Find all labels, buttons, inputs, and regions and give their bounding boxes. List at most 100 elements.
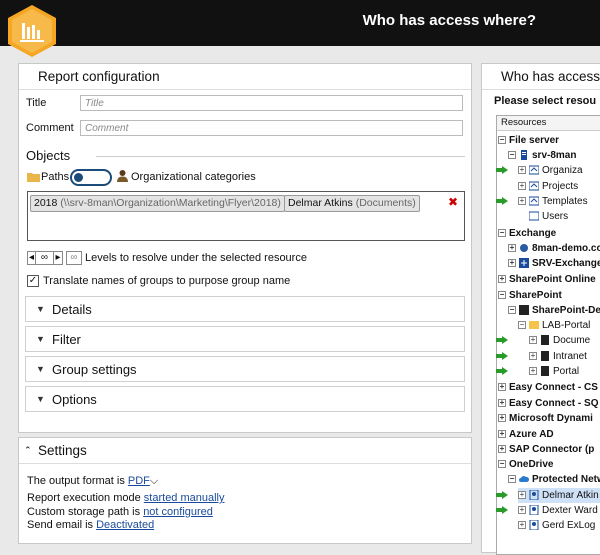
storage-path-label: Custom storage path is [27, 506, 141, 518]
execution-mode-label: Report execution mode [27, 492, 141, 504]
remove-all-icon[interactable]: ✖ [448, 196, 460, 208]
tree-item-intranet[interactable]: + Intranet [496, 349, 587, 364]
collapse-icon[interactable]: − [518, 321, 526, 330]
title-input[interactable]: Title [80, 95, 463, 111]
tree-item-sharepoint-de[interactable]: − SharePoint-De [508, 303, 600, 318]
tree-item-sap-connector[interactable]: + SAP Connector (p [498, 442, 594, 457]
chevron-up-icon[interactable]: ⌃ [24, 445, 32, 456]
report-configuration-panel: Report configuration Title Title Comment… [18, 63, 472, 433]
tree-item-gerd-exlog[interactable]: + Gerd ExLog [518, 518, 595, 533]
tree-item-sharepoint-online[interactable]: + SharePoint Online [498, 272, 596, 287]
tree-item-templates[interactable]: + Templates [496, 194, 588, 209]
tree-item-microsoft-dynamics[interactable]: + Microsoft Dynami [498, 411, 593, 426]
expand-icon[interactable]: + [498, 445, 506, 454]
tree-item-delmar-atkins[interactable]: + Delmar Atkin [496, 488, 600, 503]
title-divider [19, 89, 471, 90]
expand-icon[interactable]: + [498, 399, 506, 408]
chevron-down-icon[interactable]: ⌵ [150, 475, 158, 487]
expand-icon[interactable]: + [518, 182, 526, 191]
object-tag-delmar-atkins[interactable]: Delmar Atkins (Documents) [284, 195, 420, 212]
tree-item-onedrive[interactable]: − OneDrive [498, 457, 553, 472]
selected-objects-box[interactable]: 2018 (\\srv-8man\Organization\Marketing\… [27, 191, 465, 241]
expand-icon[interactable]: + [518, 197, 526, 206]
tree-item-documents[interactable]: + Docume [496, 333, 590, 348]
folder-share-icon [529, 181, 539, 191]
storage-path-row: Custom storage path is not configured [27, 506, 213, 518]
object-tag-2018[interactable]: 2018 (\\srv-8man\Organization\Marketing\… [30, 195, 285, 212]
collapse-icon[interactable]: − [498, 229, 506, 238]
toggle-knob [74, 173, 83, 182]
levels-label: Levels to resolve under the selected res… [85, 252, 307, 264]
output-format-link[interactable]: PDF [128, 475, 150, 487]
levels-stepper[interactable]: ◂ ∞ ▸ ∞ [27, 251, 82, 265]
document-library-icon [541, 351, 549, 362]
collapse-icon[interactable]: − [508, 151, 516, 160]
details-section[interactable]: ▼ Details [25, 296, 465, 322]
expand-icon[interactable]: + [518, 506, 526, 515]
tree-item-azure-ad[interactable]: + Azure AD [498, 427, 554, 442]
tree-item-users[interactable]: Users [529, 209, 568, 224]
send-email-link[interactable]: Deactivated [96, 519, 154, 531]
tree-item-lab-portal[interactable]: − LAB-Portal [518, 318, 590, 333]
tree-item-file-server[interactable]: − File server [498, 133, 559, 148]
paths-label: Paths [41, 171, 70, 183]
tree-item-srv-exchange[interactable]: + SRV-Exchange [508, 256, 600, 271]
objects-divider [96, 156, 465, 157]
expand-icon[interactable]: + [529, 336, 537, 345]
expand-icon[interactable]: + [508, 259, 516, 268]
folder-icon [27, 173, 40, 182]
increment-icon[interactable]: ▸ [54, 251, 63, 265]
tree-item-easy-connect-sq[interactable]: + Easy Connect - SQ [498, 396, 598, 411]
folder-icon [529, 211, 539, 221]
report-hexagon-logo-icon [8, 5, 56, 57]
tree-item-projects[interactable]: + Projects [518, 179, 578, 194]
translate-checkbox[interactable]: ✓ [27, 275, 39, 287]
collapse-icon[interactable]: − [508, 475, 516, 484]
tree-item-portal[interactable]: + Portal [496, 364, 579, 379]
execution-mode-link[interactable]: started manually [144, 492, 225, 504]
options-section[interactable]: ▼ Options [25, 386, 465, 412]
onedrive-user-icon [529, 490, 539, 501]
collapse-icon[interactable]: − [508, 306, 516, 315]
tree-item-sharepoint[interactable]: − SharePoint [498, 288, 562, 303]
levels-value[interactable]: ∞ [36, 251, 54, 265]
expand-icon[interactable]: + [498, 383, 506, 392]
expand-icon[interactable]: + [498, 414, 506, 423]
expand-icon[interactable]: + [518, 521, 526, 530]
group-settings-section[interactable]: ▼ Group settings [25, 356, 465, 382]
collapse-icon[interactable]: − [498, 460, 506, 469]
output-format-label: The output format is [27, 475, 125, 487]
tree-item-srv-8man[interactable]: − srv-8man [508, 148, 576, 163]
tree-item-easy-connect-cs[interactable]: + Easy Connect - CS [498, 380, 598, 395]
expand-icon[interactable]: + [498, 430, 506, 439]
user-group-icon [117, 170, 128, 182]
expand-icon[interactable]: + [518, 491, 526, 500]
expand-icon[interactable]: + [529, 367, 537, 376]
execution-mode-row: Report execution mode started manually [27, 492, 225, 504]
tree-item-exchange[interactable]: − Exchange [498, 226, 556, 241]
folder-share-icon [529, 165, 539, 175]
decrement-icon[interactable]: ◂ [27, 251, 36, 265]
onedrive-user-icon [529, 505, 539, 516]
expand-icon[interactable]: + [508, 244, 516, 253]
paths-org-toggle[interactable] [70, 169, 112, 186]
tree-item-organization[interactable]: + Organiza [496, 163, 583, 178]
infinity-button[interactable]: ∞ [66, 251, 82, 265]
filter-section[interactable]: ▼ Filter [25, 326, 465, 352]
green-arrow-icon [496, 491, 508, 499]
tree-item-8man-demo[interactable]: +8man-demo.co [508, 241, 600, 256]
chevron-down-icon: ▼ [36, 394, 45, 404]
tree-item-protected-network[interactable]: − Protected Netw [508, 472, 600, 487]
comment-input[interactable]: Comment [80, 120, 463, 136]
expand-icon[interactable]: + [529, 352, 537, 361]
expand-icon[interactable]: + [498, 275, 506, 284]
comment-label: Comment [26, 122, 74, 134]
green-arrow-icon [496, 506, 508, 514]
collapse-icon[interactable]: − [498, 136, 506, 145]
storage-path-link[interactable]: not configured [143, 506, 213, 518]
sharepoint-farm-icon [519, 305, 529, 316]
expand-icon[interactable]: + [518, 166, 526, 175]
tree-item-dexter-ward[interactable]: + Dexter Ward [496, 503, 598, 518]
exchange-server-icon [519, 258, 529, 269]
collapse-icon[interactable]: − [498, 291, 506, 300]
